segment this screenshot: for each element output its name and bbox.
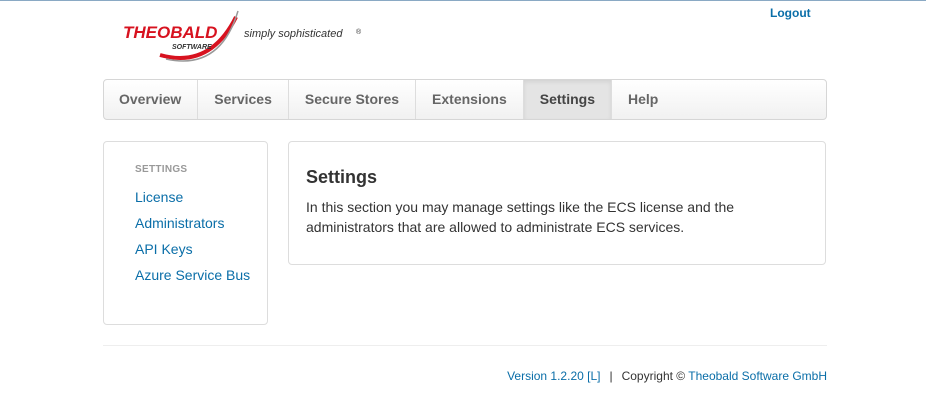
logo-registered-mark: ®	[356, 28, 362, 36]
nav-secure-stores[interactable]: Secure Stores	[289, 80, 417, 119]
nav-help[interactable]: Help	[612, 80, 674, 119]
nav-extensions[interactable]: Extensions	[416, 80, 524, 119]
logo-brand-text: THEOBALD	[123, 23, 217, 42]
sidebar-item-azure-service-bus[interactable]: Azure Service Bus	[135, 265, 255, 285]
sidebar-header: SETTINGS	[135, 164, 188, 175]
page-description: In this section you may manage settings …	[306, 199, 735, 235]
copyright-text: Copyright ©	[621, 369, 686, 383]
sidebar-item-license[interactable]: License	[135, 187, 255, 207]
footer-separator: |	[609, 369, 613, 383]
settings-sidebar: SETTINGS License Administrators API Keys…	[103, 141, 268, 325]
nav-settings[interactable]: Settings	[523, 80, 612, 119]
nav-overview[interactable]: Overview	[104, 80, 199, 119]
main-nav: Overview Services Secure Stores Extensio…	[103, 79, 827, 120]
sidebar-item-administrators[interactable]: Administrators	[135, 213, 255, 233]
nav-services[interactable]: Services	[198, 80, 289, 119]
sidebar-item-api-keys[interactable]: API Keys	[135, 239, 255, 259]
settings-panel: Settings In this section you may manage …	[288, 141, 826, 265]
footer-divider	[103, 345, 827, 346]
logout-link[interactable]: Logout	[770, 6, 811, 20]
logo-sub-text: SOFTWARE	[172, 44, 212, 51]
page-title: Settings	[306, 167, 378, 187]
logo-tagline: simply sophisticated	[244, 28, 343, 40]
company-link[interactable]: Theobald Software GmbH	[688, 369, 827, 383]
theobald-logo: THEOBALD SOFTWARE simply sophisticated ®	[120, 7, 370, 67]
version-link[interactable]: Version 1.2.20 [L]	[507, 369, 600, 383]
footer: Version 1.2.20 [L] | Copyright © Theobald …	[507, 369, 827, 383]
